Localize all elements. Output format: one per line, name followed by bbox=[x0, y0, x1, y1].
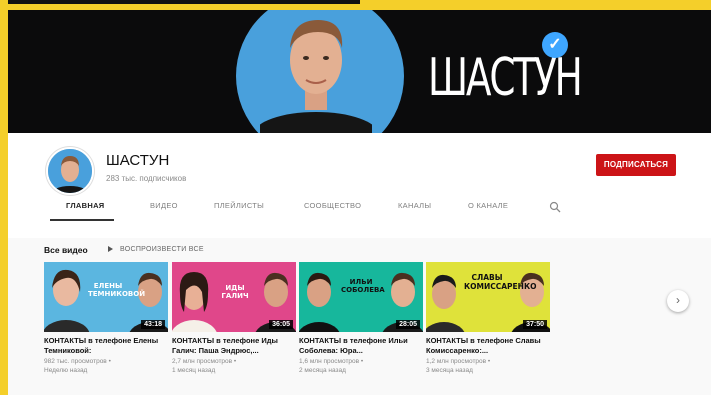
chevron-right-icon[interactable]: › bbox=[667, 290, 689, 312]
video-duration: 36:05 bbox=[269, 320, 293, 329]
thumbnail-caption: ИЛЬИ СОБОЛЕВА bbox=[341, 278, 385, 294]
tab-home[interactable]: ГЛАВНАЯ bbox=[66, 201, 104, 210]
video-views: 1,6 млн просмотров • bbox=[299, 358, 364, 365]
channel-name: ШАСТУН bbox=[106, 152, 170, 169]
video-views: 982 тыс. просмотров • bbox=[44, 358, 111, 365]
tab-about[interactable]: О КАНАЛЕ bbox=[468, 201, 508, 210]
video-thumbnail[interactable]: СЛАВЫ КОМИССАРЕНКО 37:50 bbox=[426, 262, 550, 332]
video-title[interactable]: КОНТАКТЫ в телефоне Славы Комиссаренко:.… bbox=[426, 336, 550, 355]
play-icon bbox=[108, 246, 113, 253]
photo-frame: ШАСТУН ✓ ШАСТУН 283 тыс. подписчиков ПОД… bbox=[0, 0, 711, 395]
video-age: 2 месяца назад bbox=[299, 366, 346, 374]
subscribe-button[interactable]: ПОДПИСАТЬСЯ bbox=[596, 154, 676, 176]
video-age: 1 месяц назад bbox=[172, 366, 216, 374]
video-card[interactable]: СЛАВЫ КОМИССАРЕНКО 37:50 КОНТАКТЫ в теле… bbox=[426, 262, 550, 375]
avatar-portrait bbox=[48, 149, 92, 193]
video-age: 3 месяца назад bbox=[426, 366, 473, 374]
video-duration: 43:18 bbox=[141, 320, 165, 329]
play-all-label: ВОСПРОИЗВЕСТИ ВСЕ bbox=[120, 246, 204, 253]
section-title[interactable]: Все видео bbox=[44, 245, 88, 255]
video-title[interactable]: КОНТАКТЫ в телефоне Елены Темниковой: bbox=[44, 336, 168, 355]
youtube-channel-page: ШАСТУН ✓ ШАСТУН 283 тыс. подписчиков ПОД… bbox=[8, 10, 711, 395]
channel-avatar[interactable] bbox=[46, 147, 94, 195]
video-views: 1,2 млн просмотров • bbox=[426, 358, 491, 365]
tab-community[interactable]: СООБЩЕСТВО bbox=[304, 201, 361, 210]
thumbnail-caption: ЕЛЕНЫ ТЕМНИКОВОЙ bbox=[88, 282, 146, 298]
video-card[interactable]: ИДЫ ГАЛИЧ 36:05 КОНТАКТЫ в телефоне Иды … bbox=[172, 262, 296, 375]
channel-header: ШАСТУН 283 тыс. подписчиков ПОДПИСАТЬСЯ … bbox=[8, 133, 711, 238]
video-views: 2,7 млн просмотров • bbox=[172, 358, 237, 365]
frame-top-edge bbox=[8, 0, 360, 4]
tab-channels[interactable]: КАНАЛЫ bbox=[398, 201, 431, 210]
video-age: Неделю назад bbox=[44, 366, 88, 374]
tab-playlists[interactable]: ПЛЕЙЛИСТЫ bbox=[214, 201, 264, 210]
video-thumbnail[interactable]: ЕЛЕНЫ ТЕМНИКОВОЙ 43:18 bbox=[44, 262, 168, 332]
play-all-button[interactable]: ВОСПРОИЗВЕСТИ ВСЕ bbox=[108, 246, 204, 253]
video-thumbnail[interactable]: ИДЫ ГАЛИЧ 36:05 bbox=[172, 262, 296, 332]
video-card[interactable]: ИЛЬИ СОБОЛЕВА 28:05 КОНТАКТЫ в телефоне … bbox=[299, 262, 423, 375]
tab-videos[interactable]: ВИДЕО bbox=[150, 201, 178, 210]
video-card[interactable]: ЕЛЕНЫ ТЕМНИКОВОЙ 43:18 КОНТАКТЫ в телефо… bbox=[44, 262, 168, 375]
channel-banner: ШАСТУН ✓ bbox=[8, 10, 711, 133]
video-thumbnail[interactable]: ИЛЬИ СОБОЛЕВА 28:05 bbox=[299, 262, 423, 332]
video-duration: 37:50 bbox=[523, 320, 547, 329]
video-title[interactable]: КОНТАКТЫ в телефоне Ильи Соболева: Юра..… bbox=[299, 336, 423, 355]
banner-title: ШАСТУН bbox=[428, 48, 583, 108]
video-duration: 28:05 bbox=[396, 320, 420, 329]
banner-portrait bbox=[260, 20, 372, 133]
active-tab-indicator bbox=[50, 219, 114, 221]
verified-check-icon: ✓ bbox=[542, 32, 568, 58]
thumbnail-caption: ИДЫ ГАЛИЧ bbox=[221, 284, 249, 300]
subscriber-count: 283 тыс. подписчиков bbox=[106, 174, 187, 183]
thumbnail-caption: СЛАВЫ КОМИССАРЕНКО bbox=[464, 273, 537, 291]
search-icon[interactable] bbox=[549, 201, 561, 213]
video-title[interactable]: КОНТАКТЫ в телефоне Иды Галич: Паша Эндр… bbox=[172, 336, 296, 355]
videos-section: Все видео ВОСПРОИЗВЕСТИ ВСЕ ЕЛЕНЫ ТЕМНИК… bbox=[8, 238, 711, 395]
